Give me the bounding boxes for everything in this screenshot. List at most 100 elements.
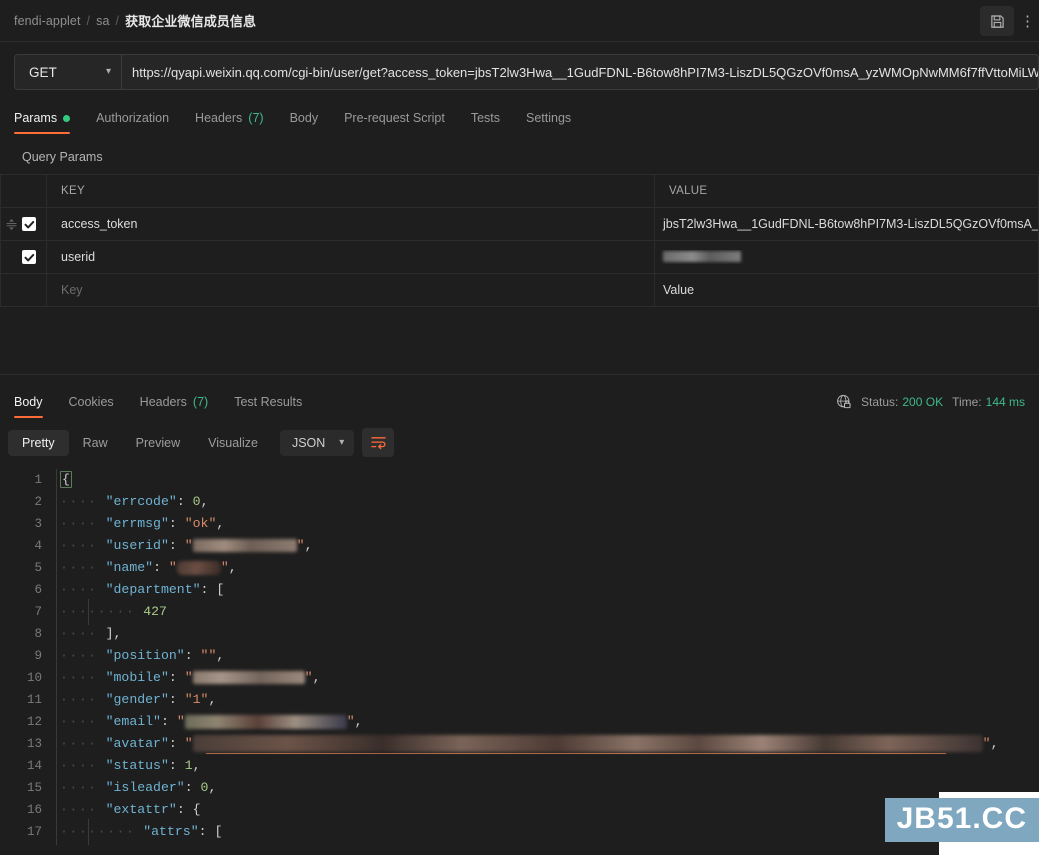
line-number: 12	[26, 715, 42, 729]
code-line-content: ···· "userid": " ",	[56, 533, 1039, 559]
code-line: 4 ···· "userid": " ",	[0, 533, 1039, 559]
indent-dots: ····	[60, 560, 98, 575]
code-line-content: ···· ],	[56, 621, 1039, 647]
line-number: 9	[34, 649, 42, 663]
wrap-text-button[interactable]	[362, 428, 395, 457]
save-button[interactable]	[980, 6, 1014, 36]
indent-dots: ····	[60, 692, 98, 707]
tab-headers[interactable]: Headers (7)	[195, 111, 276, 134]
view-mode-visualize[interactable]: Visualize	[194, 430, 272, 456]
row-value-cell-userid[interactable]	[654, 240, 1039, 274]
tab-authorization[interactable]: Authorization	[96, 111, 181, 134]
code-token-num: 427	[143, 604, 167, 619]
globe-lock-icon[interactable]	[836, 394, 852, 410]
line-number: 11	[26, 693, 42, 707]
indent-guide	[56, 819, 57, 845]
row-checkbox-access-token[interactable]	[22, 217, 36, 231]
code-line-content: ···· "gender": "1",	[56, 687, 1039, 713]
redaction-mask	[663, 251, 741, 263]
response-body-code[interactable]: 1{2 ···· "errcode": 0, 3 ···· "errmsg": "ok…	[0, 469, 1039, 849]
code-line-content: ···· "department": [	[56, 577, 1039, 603]
code-token-str: "	[176, 714, 185, 729]
line-number: 6	[34, 583, 42, 597]
code-line-content: ···· "avatar": " ",	[56, 731, 1039, 757]
table-row[interactable]: access_token jbsT2lw3Hwa__1GudFDNL-B6tow…	[0, 207, 1039, 241]
code-token-pun: :	[168, 736, 185, 751]
row-controls-userid	[0, 240, 47, 274]
code-token-key: "position"	[105, 648, 185, 663]
code-tokens: ···· "userid": " ",	[56, 535, 312, 557]
indent-guide	[88, 819, 89, 845]
tab-response-body[interactable]: Body	[14, 395, 55, 418]
http-method-label: GET	[29, 64, 57, 80]
view-mode-raw[interactable]: Raw	[69, 430, 122, 456]
indent-dots: ········	[60, 824, 136, 839]
view-mode-pretty[interactable]: Pretty	[8, 429, 69, 456]
http-method-selector[interactable]: GET ▾	[14, 54, 122, 90]
code-token-pun: ,	[192, 758, 201, 773]
code-token-key: "status"	[105, 758, 169, 773]
column-header-key: KEY	[61, 185, 85, 197]
tab-test-results-label: Test Results	[234, 395, 303, 409]
view-mode-preview[interactable]: Preview	[122, 430, 194, 456]
code-tokens: ···· "avatar": " ",	[56, 733, 998, 755]
code-tokens: ···· "status": 1,	[56, 755, 201, 777]
code-token-pun: : {	[176, 802, 201, 817]
drag-handle-icon[interactable]	[6, 218, 17, 231]
tab-response-headers[interactable]: Headers (7)	[140, 395, 221, 418]
code-line-content: ···· "isleader": 0,	[56, 775, 1039, 801]
tab-settings[interactable]: Settings	[526, 111, 583, 134]
tab-pre-request-script[interactable]: Pre-request Script	[344, 111, 457, 134]
redacted-value-id	[192, 539, 297, 553]
more-vertical-icon[interactable]: ⋮	[1018, 14, 1037, 29]
row-key-cell-access-token[interactable]: access_token	[46, 207, 655, 241]
code-line: 6 ···· "department": [	[0, 577, 1039, 603]
watermark: JB51.CC	[884, 798, 1039, 842]
indent-dots: ····	[60, 780, 98, 795]
code-line-content: ···· "errcode": 0,	[56, 489, 1039, 515]
request-tabs: Params Authorization Headers (7) Body Pr…	[0, 102, 1039, 134]
indent-dots: ····	[60, 538, 98, 553]
param-key-access-token: access_token	[61, 217, 138, 231]
avatar-link-underline	[206, 753, 946, 754]
redacted-value-name	[176, 560, 221, 575]
tab-tests[interactable]: Tests	[471, 111, 512, 134]
tab-settings-label: Settings	[526, 111, 572, 125]
line-number: 16	[26, 803, 42, 817]
tab-params[interactable]: Params	[14, 111, 82, 134]
code-line: 14 ···· "status": 1,	[0, 753, 1039, 779]
code-token-num: 1	[184, 758, 193, 773]
code-token-str: "	[184, 538, 193, 553]
tab-pre-request-script-label: Pre-request Script	[344, 111, 445, 125]
breadcrumb-item-folder[interactable]: sa	[96, 14, 109, 28]
row-key-cell-empty[interactable]: Key	[46, 273, 655, 307]
column-header-value: VALUE	[669, 185, 708, 197]
tab-test-results[interactable]: Test Results	[234, 395, 314, 418]
indent-dots: ····	[60, 670, 98, 685]
code-token-str: "1"	[184, 692, 209, 707]
tab-body[interactable]: Body	[290, 111, 331, 134]
code-token-pun: ,	[216, 516, 225, 531]
row-checkbox-userid[interactable]	[22, 250, 36, 264]
row-value-cell-empty[interactable]: Value	[654, 273, 1039, 307]
code-token-str: "	[346, 714, 355, 729]
indent-dots: ····	[60, 494, 98, 509]
row-value-cell-access-token[interactable]: jbsT2lw3Hwa__1GudFDNL-B6tow8hPI7M3-LiszD…	[654, 207, 1039, 241]
code-token-pun: ,	[200, 494, 209, 509]
response-format-label: JSON	[291, 435, 326, 450]
row-key-cell-userid[interactable]: userid	[46, 240, 655, 274]
response-format-selector[interactable]: JSON ▾	[279, 429, 355, 456]
code-token-pun: :	[168, 516, 185, 531]
code-line: 9 ···· "position": "",	[0, 643, 1039, 669]
table-row[interactable]: userid	[0, 240, 1039, 274]
code-token-pun: :	[168, 538, 185, 553]
url-input[interactable]: https://qyapi.weixin.qq.com/cgi-bin/user…	[122, 54, 1039, 90]
breadcrumb-item-workspace[interactable]: fendi-applet	[14, 14, 81, 28]
tab-response-cookies[interactable]: Cookies	[69, 395, 126, 418]
url-text: https://qyapi.weixin.qq.com/cgi-bin/user…	[132, 64, 1039, 80]
code-tokens: ········ "attrs": [	[56, 821, 222, 843]
table-row-placeholder[interactable]: Key Value	[0, 273, 1039, 307]
code-tokens: ···· ],	[56, 623, 121, 645]
wrap-text-icon	[371, 437, 386, 450]
code-token-pun: : [	[200, 582, 225, 597]
